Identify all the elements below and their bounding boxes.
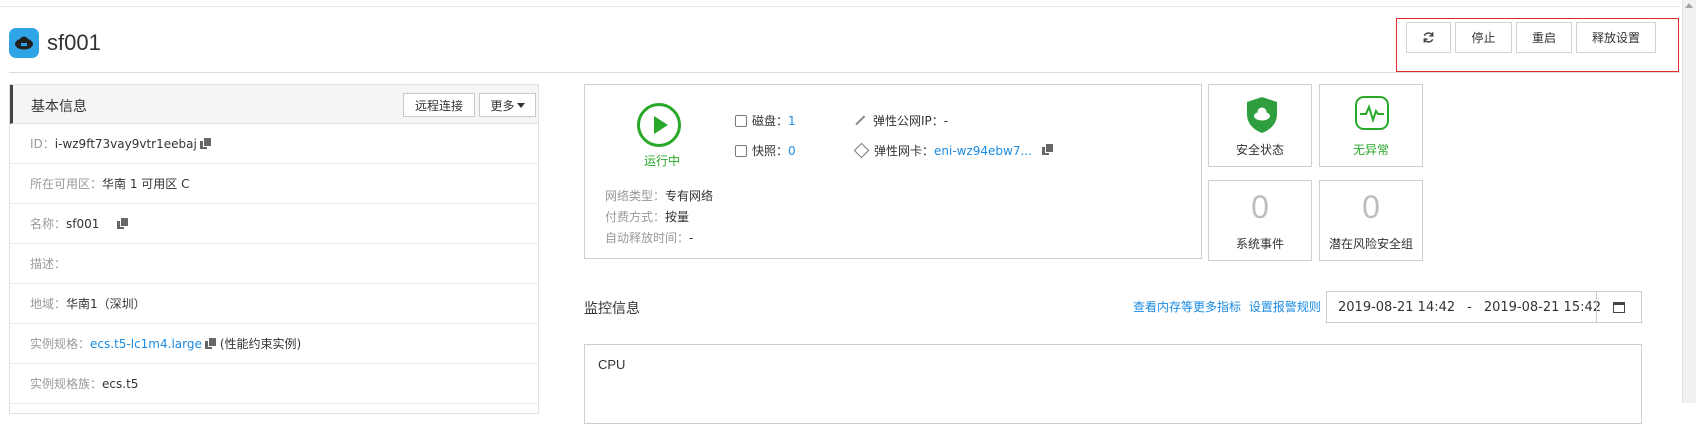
time-range-input[interactable]: 2019-08-21 14:42 - 2019-08-21 15:42 <box>1326 291 1601 323</box>
page-title: sf001 <box>47 30 101 55</box>
cpu-chart-panel: CPU <box>584 344 1642 424</box>
restart-button[interactable]: 重启 <box>1516 22 1572 53</box>
copy-icon[interactable] <box>204 337 216 350</box>
basic-info-panel: 基本信息 远程连接 更多 ID： i-wz9ft73vay9vtr1eebaj … <box>9 84 539 414</box>
snapshot-info: 快照：0 <box>735 142 796 159</box>
region-label: 地域： <box>30 297 67 311</box>
health-status-tile[interactable]: 无异常 <box>1319 84 1423 167</box>
risk-security-group-tile[interactable]: 0 潜在风险安全组 <box>1319 180 1423 261</box>
calendar-button[interactable] <box>1596 291 1642 323</box>
end-time: 2019-08-21 15:42 <box>1483 299 1602 315</box>
basic-info-title: 基本信息 <box>31 99 87 115</box>
info-row-instance-type: 实例规格： ecs.t5-lc1m4.large (性能约束实例) <box>10 324 538 364</box>
time-separator: - <box>1467 299 1472 315</box>
refresh-button[interactable] <box>1406 22 1451 53</box>
instance-family-label: 实例规格族： <box>30 377 103 391</box>
cpu-chart-title: CPU <box>598 357 626 372</box>
info-row-region: 地域： 华南1（深圳） <box>10 284 538 324</box>
id-value: i-wz9ft73vay9vtr1eebaj <box>54 136 197 151</box>
system-events-tile[interactable]: 0 系统事件 <box>1208 180 1312 261</box>
more-metrics-link[interactable]: 查看内存等更多指标 <box>1133 300 1241 314</box>
disk-icon <box>735 115 747 127</box>
risk-security-group-count: 0 <box>1362 189 1380 225</box>
info-row-zone: 所在可用区： 华南 1 可用区 C <box>10 164 538 204</box>
info-row-description: 描述： <box>10 244 538 284</box>
stop-button[interactable]: 停止 <box>1455 22 1512 53</box>
health-status-label: 无异常 <box>1352 143 1389 157</box>
security-status-label: 安全状态 <box>1235 143 1284 157</box>
eni-info: 弹性网卡：eni-wz94ebw7... <box>853 142 1053 159</box>
eni-link[interactable]: eni-wz94ebw7... <box>934 144 1032 158</box>
instance-type-note: (性能约束实例) <box>219 337 302 351</box>
running-status-text: 运行中 <box>644 154 681 168</box>
heartbeat-icon <box>1355 96 1389 130</box>
page-header: sf001 <box>9 28 101 58</box>
running-status-icon <box>637 103 681 147</box>
system-events-label: 系统事件 <box>1235 237 1284 251</box>
remote-connect-button[interactable]: 远程连接 <box>403 93 475 117</box>
copy-icon[interactable] <box>199 137 211 150</box>
eip-info: 弹性公网IP：- <box>855 112 948 129</box>
auto-release-info: 自动释放时间：- <box>605 231 694 245</box>
edit-name-icon[interactable] <box>117 217 129 230</box>
top-border <box>0 6 1680 7</box>
name-value: sf001 <box>66 216 100 231</box>
monitor-title: 监控信息 <box>584 301 640 317</box>
risk-security-group-label: 潜在风险安全组 <box>1328 237 1413 251</box>
info-row-id: ID： i-wz9ft73vay9vtr1eebaj <box>10 124 538 164</box>
basic-info-header: 基本信息 远程连接 更多 <box>10 85 538 124</box>
instance-status-panel: 运行中 磁盘：1 快照：0 弹性公网IP：- 弹性网卡：eni-wz94ebw7… <box>584 84 1202 259</box>
alert-rules-link[interactable]: 设置报警规则 <box>1249 300 1321 314</box>
instance-type-label: 实例规格： <box>30 337 91 351</box>
vertical-scrollbar[interactable] <box>1682 0 1696 403</box>
disk-count-link[interactable]: 1 <box>788 114 796 128</box>
system-events-count: 0 <box>1251 189 1269 225</box>
region-value: 华南1（深圳） <box>66 297 146 311</box>
monitor-links: 查看内存等更多指标 设置报警规则 <box>1133 298 1321 315</box>
more-dropdown-button[interactable]: 更多 <box>479 93 536 117</box>
calendar-icon <box>1613 301 1625 313</box>
id-label: ID： <box>30 137 55 151</box>
network-card-icon <box>853 142 870 159</box>
start-time: 2019-08-21 14:42 <box>1338 299 1456 315</box>
name-label: 名称： <box>30 217 67 231</box>
eip-icon <box>855 115 867 127</box>
network-type-info: 网络类型：专有网络 <box>605 189 714 203</box>
snapshot-icon <box>735 145 747 157</box>
instance-type-link[interactable]: ecs.t5-lc1m4.large <box>90 337 202 351</box>
disk-info: 磁盘：1 <box>735 112 796 129</box>
billing-info: 付费方式：按量 <box>605 210 690 224</box>
header-divider <box>9 72 1680 73</box>
info-row-name: 名称： sf001 <box>10 204 538 244</box>
description-label: 描述： <box>30 257 67 271</box>
scroll-up-arrow-icon[interactable] <box>1685 3 1693 8</box>
snapshot-count-link[interactable]: 0 <box>788 144 796 158</box>
zone-value: 华南 1 可用区 C <box>102 177 190 191</box>
more-label: 更多 <box>490 98 515 113</box>
instance-family-value: ecs.t5 <box>102 376 139 391</box>
copy-icon[interactable] <box>1041 144 1053 156</box>
caret-down-icon <box>516 102 525 108</box>
zone-label: 所在可用区： <box>30 177 103 191</box>
info-row-instance-family: 实例规格族： ecs.t5 <box>10 364 538 404</box>
release-settings-button[interactable]: 释放设置 <box>1576 22 1656 53</box>
security-status-tile[interactable]: 安全状态 <box>1208 84 1312 167</box>
refresh-icon <box>1423 32 1434 43</box>
cloud-icon <box>9 28 39 58</box>
shield-cloud-icon <box>1247 97 1277 133</box>
